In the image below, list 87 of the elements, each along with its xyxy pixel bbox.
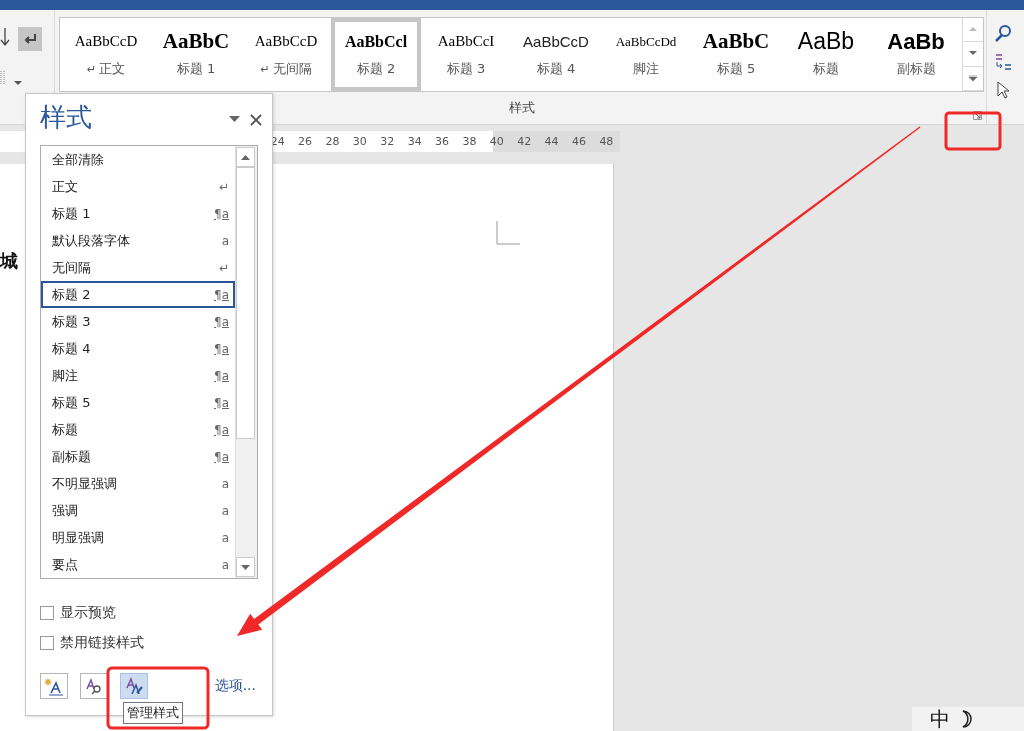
style-list-item[interactable]: 标题 ¶a bbox=[41, 416, 235, 443]
checkbox[interactable] bbox=[40, 606, 54, 620]
style-type-icon: ¶a bbox=[214, 422, 229, 437]
style-list-item[interactable]: 默认段落字体 a bbox=[41, 227, 235, 254]
ruler-number: 36 bbox=[434, 134, 451, 150]
scroll-down-button[interactable] bbox=[236, 557, 255, 577]
tooltip: 管理样式 bbox=[123, 702, 183, 724]
style-type-icon: a bbox=[221, 233, 229, 248]
style-preview: AaBb bbox=[797, 29, 855, 54]
style-type-icon: ¶a bbox=[214, 206, 229, 221]
style-list-item[interactable]: 标题 2 ¶a bbox=[41, 281, 235, 308]
style-inspector-button[interactable] bbox=[80, 673, 108, 699]
style-type-icon: a bbox=[221, 476, 229, 491]
style-icon bbox=[84, 676, 104, 696]
ruler-number: 42 bbox=[516, 134, 533, 150]
style-type-icon: a bbox=[221, 557, 229, 572]
replace-icon[interactable] bbox=[994, 52, 1014, 72]
caret-down-icon bbox=[241, 564, 250, 570]
new-style-button[interactable] bbox=[40, 673, 68, 699]
style-preview: AaBbCcI bbox=[437, 32, 495, 51]
style-list-item[interactable]: 无间隔 ↵ bbox=[41, 254, 235, 281]
style-list-item[interactable]: 标题 4 ¶a bbox=[41, 335, 235, 362]
style-type-icon: a bbox=[221, 530, 229, 545]
ruler-number: 28 bbox=[324, 134, 341, 150]
style-icon bbox=[44, 676, 64, 696]
style-preview: AaBbCcD bbox=[254, 32, 318, 51]
style-gallery-item[interactable]: AaBbCcl 标题 2 bbox=[331, 18, 421, 91]
style-type-icon: a bbox=[221, 503, 229, 518]
style-list-item[interactable]: 强调 a bbox=[41, 497, 235, 524]
style-list-item[interactable]: 标题 3 ¶a bbox=[41, 308, 235, 335]
margin-mark bbox=[496, 221, 520, 245]
ruler-number: 44 bbox=[543, 134, 560, 150]
style-list-item[interactable]: 正文 ↵ bbox=[41, 173, 235, 200]
options-link[interactable]: 选项... bbox=[214, 677, 256, 695]
dialog-launcher-icon[interactable] bbox=[973, 111, 982, 120]
style-list-item[interactable]: 全部清除 bbox=[41, 146, 235, 173]
style-list-item[interactable]: 明显强调 a bbox=[41, 524, 235, 551]
style-preview: AaBbCcDd bbox=[615, 32, 677, 51]
ruler-number: 48 bbox=[598, 134, 615, 150]
style-list-item[interactable]: 标题 1 ¶a bbox=[41, 200, 235, 227]
ruler-number: 34 bbox=[406, 134, 423, 150]
style-list-item[interactable]: 不明显强调 a bbox=[41, 470, 235, 497]
style-list-item[interactable]: 副标题 ¶a bbox=[41, 443, 235, 470]
close-button[interactable] bbox=[250, 113, 262, 126]
style-type-icon: ¶a bbox=[214, 449, 229, 464]
highlight-frame bbox=[944, 111, 1002, 151]
style-preview: AaBbCcD bbox=[523, 32, 589, 52]
return-arrow-icon bbox=[22, 32, 38, 46]
style-preview: AaBbCcl bbox=[344, 31, 408, 52]
ruler-number: 46 bbox=[571, 134, 587, 150]
style-type-icon: ¶a bbox=[214, 314, 229, 329]
ruler-number: 32 bbox=[379, 134, 396, 150]
checkbox-option[interactable]: 显示预览 bbox=[26, 598, 272, 628]
checkbox-option[interactable]: 禁用链接样式 bbox=[26, 628, 272, 658]
ruler-number: 40 bbox=[488, 134, 505, 150]
style-preview: AaBbC bbox=[162, 29, 230, 54]
ruler-number: 26 bbox=[297, 134, 314, 150]
expand-icon bbox=[969, 74, 977, 82]
group-label: 样式 bbox=[508, 99, 535, 117]
search-icon[interactable] bbox=[994, 24, 1014, 44]
caret-up-icon bbox=[969, 26, 977, 34]
style-list-item[interactable]: 脚注 ¶a bbox=[41, 362, 235, 389]
ruler-number: 38 bbox=[461, 134, 478, 150]
style-type-icon: ↵ bbox=[218, 260, 229, 275]
caret-up-icon bbox=[241, 154, 250, 160]
ruler-number: 30 bbox=[351, 134, 368, 150]
style-icon bbox=[124, 676, 144, 696]
style-type-icon: ¶a bbox=[214, 341, 229, 356]
style-type-icon: ¶a bbox=[214, 368, 229, 383]
pane-title: 样式 bbox=[40, 101, 92, 134]
input-mode-indicator[interactable]: 中 bbox=[930, 707, 950, 731]
style-preview: AaBbC bbox=[702, 29, 770, 54]
options-dropdown-button[interactable] bbox=[229, 116, 240, 123]
checkbox[interactable] bbox=[40, 636, 54, 650]
scrollbar[interactable] bbox=[235, 146, 257, 578]
style-list-item[interactable]: 要点 a bbox=[41, 551, 235, 578]
scroll-up-button[interactable] bbox=[236, 147, 255, 167]
style-preview: AaBb bbox=[887, 29, 945, 54]
document-text: 城 bbox=[0, 250, 18, 273]
caret-down-icon bbox=[969, 50, 977, 58]
manage-styles-button[interactable] bbox=[120, 673, 148, 699]
style-type-icon: ¶a bbox=[214, 287, 229, 302]
style-preview: AaBbCcD bbox=[74, 32, 138, 51]
style-type-icon: ¶a bbox=[214, 395, 229, 410]
style-list-item[interactable]: 标题 5 ¶a bbox=[41, 389, 235, 416]
style-type-icon: ↵ bbox=[218, 179, 229, 194]
show-marks-button[interactable] bbox=[18, 27, 42, 51]
